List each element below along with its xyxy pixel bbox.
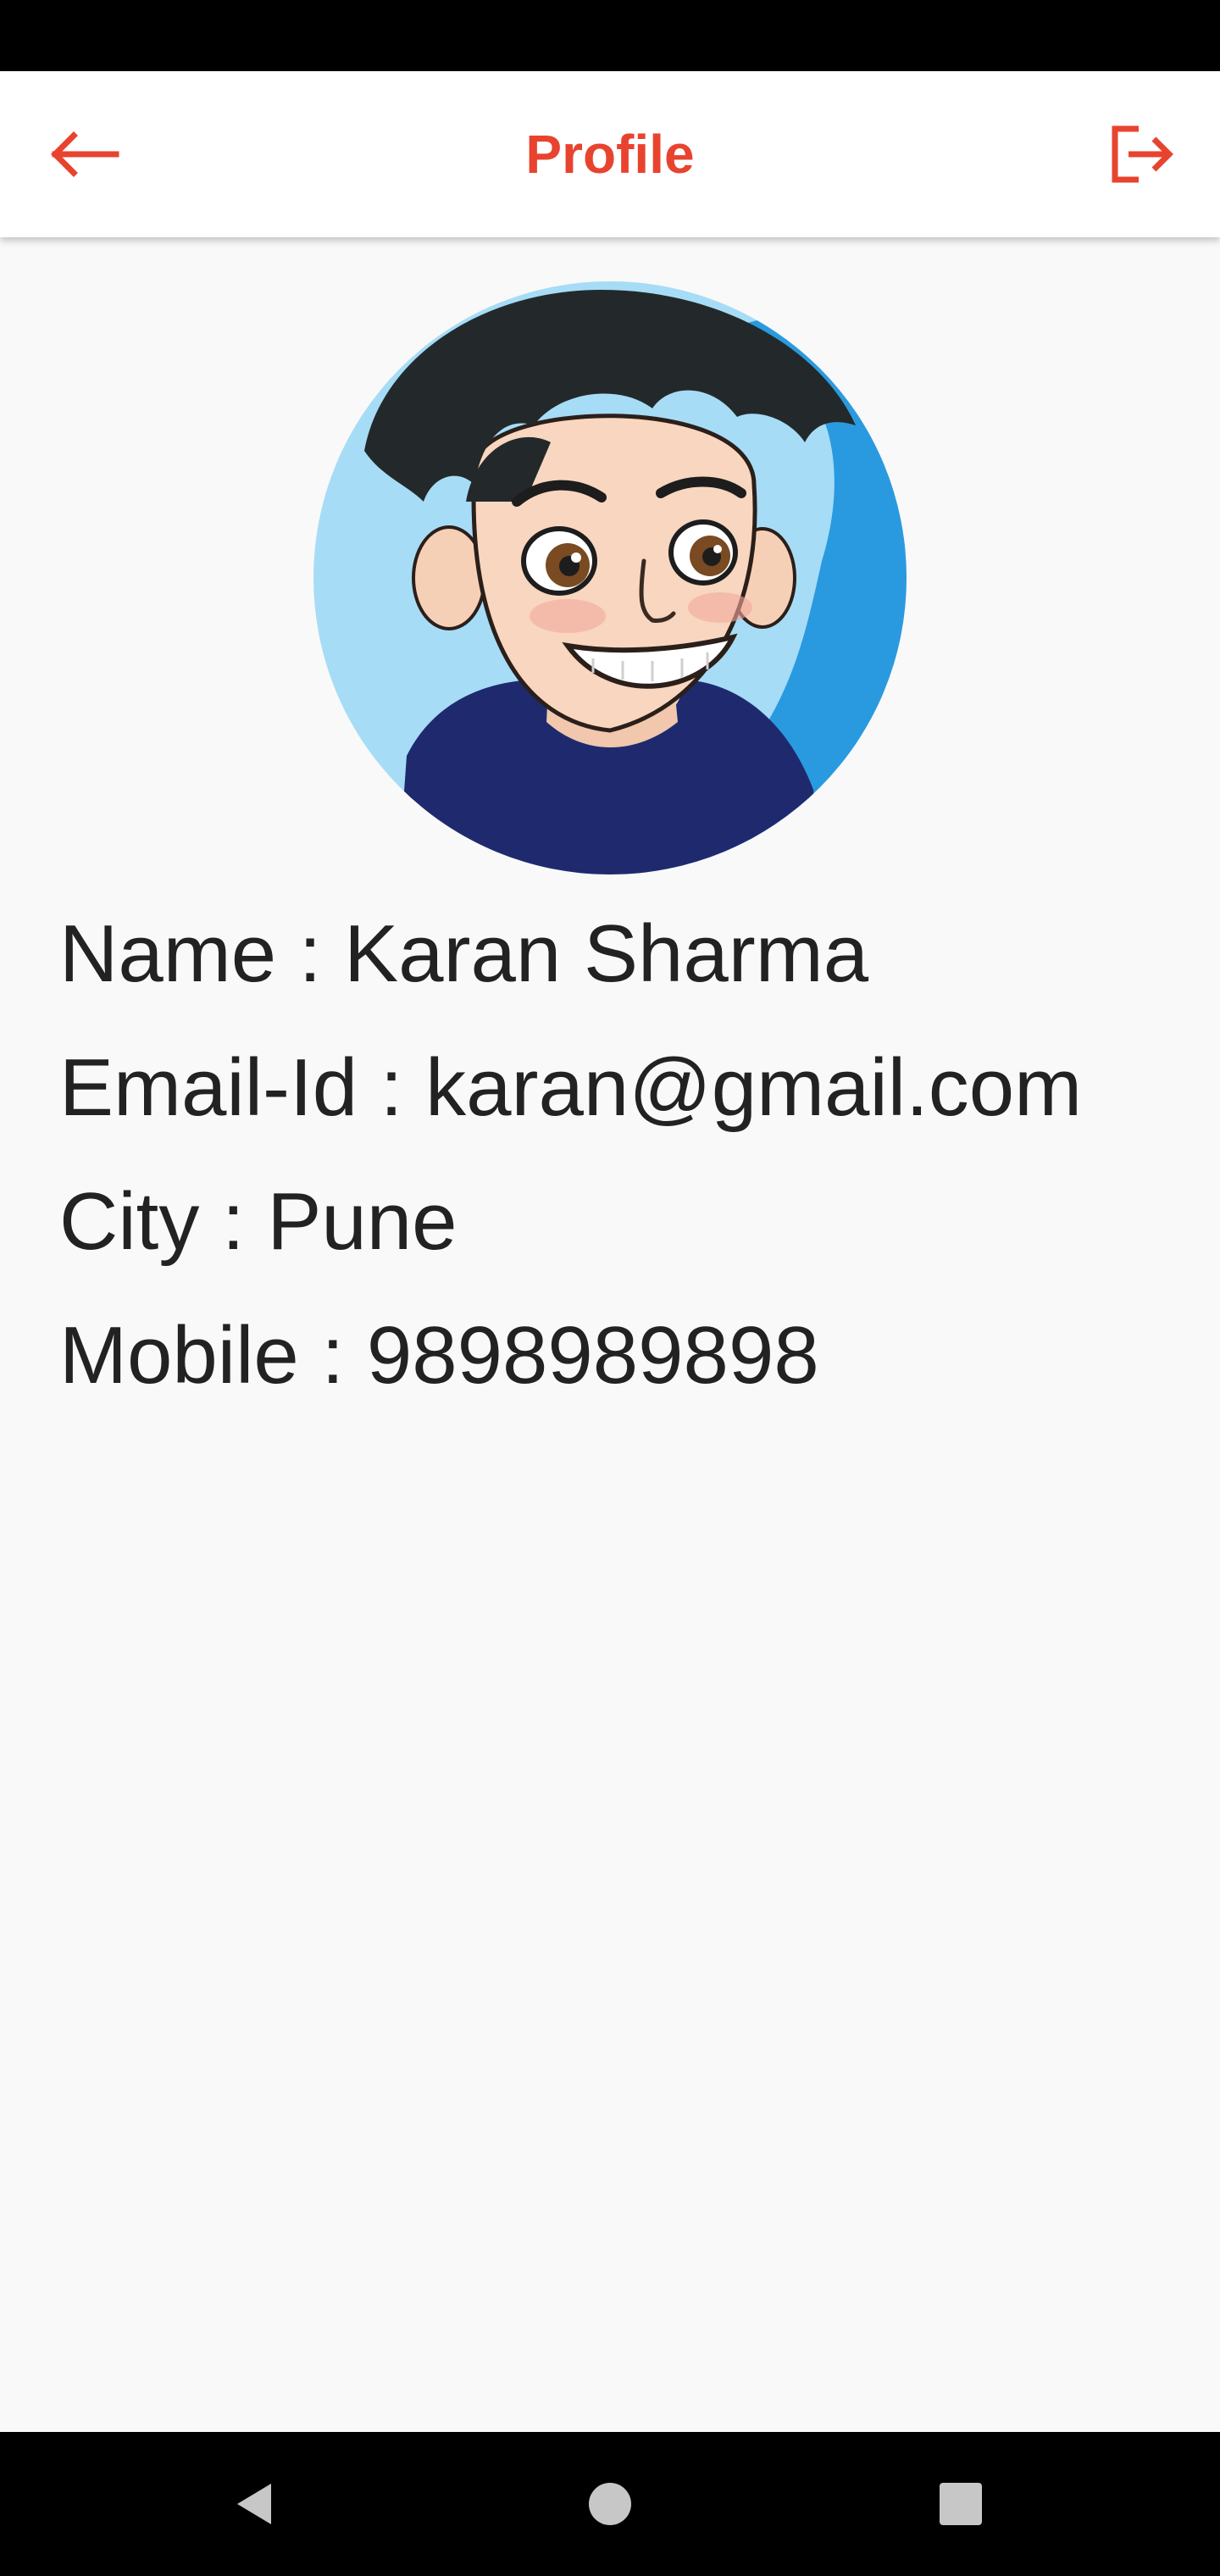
app-bar: Profile <box>0 71 1220 237</box>
triangle-back-icon <box>237 2484 271 2524</box>
status-bar <box>0 0 1220 71</box>
profile-mobile: Mobile : 9898989898 <box>59 1310 819 1401</box>
profile-city: City : Pune <box>59 1176 458 1267</box>
page-title: Profile <box>525 124 695 185</box>
profile-name: Name : Karan Sharma <box>59 908 869 999</box>
square-recents-icon <box>940 2483 982 2525</box>
avatar-illustration <box>313 281 907 874</box>
profile-email: Email-Id : karan@gmail.com <box>59 1042 1083 1133</box>
nav-home-button[interactable] <box>568 2462 652 2546</box>
arrow-left-icon <box>51 131 119 177</box>
logout-icon <box>1112 125 1173 183</box>
avatar <box>313 281 907 874</box>
circle-home-icon <box>589 2483 631 2525</box>
nav-recents-button[interactable] <box>918 2462 1003 2546</box>
profile-content: Name : Karan Sharma Email-Id : karan@gma… <box>0 237 1220 2432</box>
system-navigation-bar <box>0 2432 1220 2576</box>
logout-button[interactable] <box>1100 112 1184 197</box>
back-button[interactable] <box>41 112 125 197</box>
nav-back-button[interactable] <box>212 2462 297 2546</box>
